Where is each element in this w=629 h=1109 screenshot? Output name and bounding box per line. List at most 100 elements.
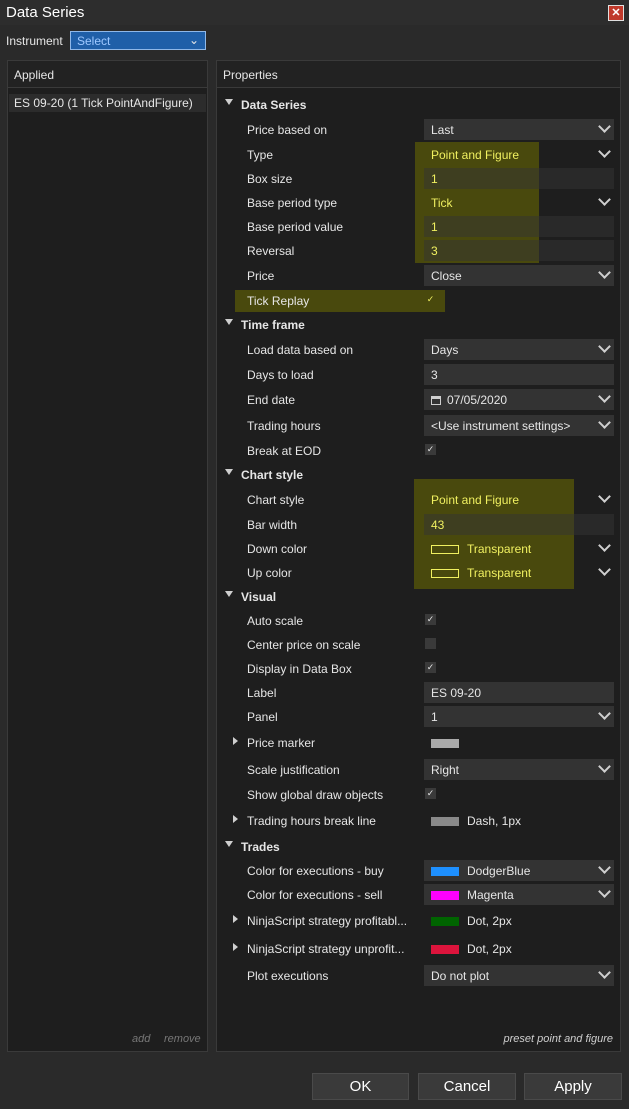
row-strat-profit: NinjaScript strategy profitabl... Dot, 2… bbox=[217, 909, 620, 933]
chevron-down-icon bbox=[598, 539, 611, 552]
center-price-checkbox[interactable] bbox=[425, 638, 436, 649]
section-visual[interactable]: Visual bbox=[217, 585, 620, 609]
collapse-triangle-icon[interactable] bbox=[225, 99, 233, 105]
display-data-box-label: Display in Data Box bbox=[247, 662, 352, 676]
row-exec-buy: Color for executions - buy DodgerBlue bbox=[217, 859, 620, 883]
days-to-load-input[interactable]: 3 bbox=[424, 364, 614, 385]
days-to-load-label: Days to load bbox=[247, 368, 314, 382]
collapse-triangle-icon[interactable] bbox=[225, 591, 233, 597]
strat-profit-label: NinjaScript strategy profitabl... bbox=[247, 914, 408, 928]
panel-value: 1 bbox=[431, 710, 438, 724]
price-marker-value[interactable] bbox=[424, 732, 614, 753]
row-show-global-draw: Show global draw objects ✓ bbox=[217, 783, 620, 807]
row-plot-exec: Plot executions Do not plot bbox=[217, 964, 620, 988]
add-link[interactable]: add bbox=[132, 1033, 150, 1045]
plot-exec-dropdown[interactable]: Do not plot bbox=[424, 965, 614, 986]
show-global-draw-checkbox[interactable]: ✓ bbox=[425, 788, 436, 799]
down-color-picker[interactable]: Transparent bbox=[424, 538, 614, 559]
break-at-eod-checkbox[interactable]: ✓ bbox=[425, 444, 436, 455]
section-title: Data Series bbox=[241, 98, 307, 112]
price-dropdown[interactable]: Close bbox=[424, 265, 614, 286]
apply-button[interactable]: Apply bbox=[524, 1073, 622, 1100]
title-bar: Data Series ✕ bbox=[0, 0, 629, 25]
properties-panel: Properties Data Series Price based on La… bbox=[216, 60, 621, 1052]
end-date-value: 07/05/2020 bbox=[447, 393, 508, 407]
reversal-value: 3 bbox=[431, 244, 438, 258]
chevron-down-icon bbox=[598, 966, 611, 979]
type-dropdown[interactable]: Point and Figure bbox=[424, 144, 614, 165]
chart-style-label: Chart style bbox=[247, 493, 305, 507]
panel-dropdown[interactable]: 1 bbox=[424, 706, 614, 727]
display-data-box-checkbox[interactable]: ✓ bbox=[425, 662, 436, 673]
row-chart-style: Chart style Point and Figure bbox=[217, 488, 620, 512]
up-color-value: Transparent bbox=[467, 566, 532, 580]
row-price-marker: Price marker bbox=[217, 731, 620, 755]
row-strat-unprofit: NinjaScript strategy unprofit... Dot, 2p… bbox=[217, 937, 620, 961]
exec-buy-label: Color for executions - buy bbox=[247, 864, 384, 878]
ok-button[interactable]: OK bbox=[312, 1073, 409, 1100]
strat-profit-text: Dot, 2px bbox=[467, 914, 512, 928]
collapse-triangle-icon[interactable] bbox=[225, 841, 233, 847]
exec-sell-picker[interactable]: Magenta bbox=[424, 884, 614, 905]
row-base-period-value: Base period value 1 bbox=[217, 215, 620, 239]
tick-replay-checkbox[interactable]: ✓ bbox=[425, 294, 436, 305]
down-color-value: Transparent bbox=[467, 542, 532, 556]
section-data-series[interactable]: Data Series bbox=[217, 93, 620, 117]
calendar-icon[interactable] bbox=[431, 396, 441, 405]
chevron-down-icon bbox=[598, 861, 611, 874]
box-size-value: 1 bbox=[431, 172, 438, 186]
end-date-label: End date bbox=[247, 393, 296, 407]
auto-scale-checkbox[interactable]: ✓ bbox=[425, 614, 436, 625]
color-swatch bbox=[431, 545, 459, 554]
chevron-down-icon bbox=[598, 416, 611, 429]
row-days-to-load: Days to load 3 bbox=[217, 363, 620, 387]
type-label: Type bbox=[247, 148, 274, 162]
section-trades[interactable]: Trades bbox=[217, 835, 620, 859]
remove-link[interactable]: remove bbox=[164, 1033, 201, 1045]
row-break-at-eod: Break at EOD ✓ bbox=[217, 439, 620, 463]
strat-unprofit-value[interactable]: Dot, 2px bbox=[424, 938, 614, 959]
close-button[interactable]: ✕ bbox=[608, 5, 624, 21]
strat-profit-value[interactable]: Dot, 2px bbox=[424, 910, 614, 931]
strat-unprofit-text: Dot, 2px bbox=[467, 942, 512, 956]
chevron-down-icon bbox=[598, 390, 611, 403]
scale-justification-dropdown[interactable]: Right bbox=[424, 759, 614, 780]
price-based-on-label: Price based on bbox=[247, 123, 328, 137]
days-to-load-value: 3 bbox=[431, 368, 438, 382]
label-input[interactable]: ES 09-20 bbox=[424, 682, 614, 703]
expand-triangle-icon[interactable] bbox=[233, 815, 238, 823]
instrument-label: Instrument bbox=[6, 34, 63, 48]
instrument-select[interactable]: Select ⌄ bbox=[70, 31, 206, 50]
chevron-down-icon bbox=[598, 266, 611, 279]
exec-buy-picker[interactable]: DodgerBlue bbox=[424, 860, 614, 881]
price-based-on-dropdown[interactable]: Last bbox=[424, 119, 614, 140]
expand-triangle-icon[interactable] bbox=[233, 943, 238, 951]
section-time-frame[interactable]: Time frame bbox=[217, 313, 620, 337]
base-period-value-value: 1 bbox=[431, 220, 438, 234]
collapse-triangle-icon[interactable] bbox=[225, 469, 233, 475]
up-color-picker[interactable]: Transparent bbox=[424, 562, 614, 583]
chevron-down-icon bbox=[598, 120, 611, 133]
color-swatch bbox=[431, 917, 459, 926]
reversal-input[interactable]: 3 bbox=[424, 240, 614, 261]
load-data-dropdown[interactable]: Days bbox=[424, 339, 614, 360]
base-period-type-dropdown[interactable]: Tick bbox=[424, 192, 614, 213]
end-date-picker[interactable]: 07/05/2020 bbox=[424, 389, 614, 410]
chart-style-value: Point and Figure bbox=[431, 493, 520, 507]
close-icon[interactable]: ✕ bbox=[611, 7, 620, 19]
trading-hours-break-text: Dash, 1px bbox=[467, 814, 522, 828]
chevron-down-icon bbox=[598, 563, 611, 576]
preset-label[interactable]: preset point and figure bbox=[504, 1033, 613, 1045]
base-period-value-input[interactable]: 1 bbox=[424, 216, 614, 237]
collapse-triangle-icon[interactable] bbox=[225, 319, 233, 325]
expand-triangle-icon[interactable] bbox=[233, 737, 238, 745]
chart-style-dropdown[interactable]: Point and Figure bbox=[424, 489, 614, 510]
trading-hours-dropdown[interactable]: <Use instrument settings> bbox=[424, 415, 614, 436]
box-size-input[interactable]: 1 bbox=[424, 168, 614, 189]
expand-triangle-icon[interactable] bbox=[233, 915, 238, 923]
applied-series-item[interactable]: ES 09-20 (1 Tick PointAndFigure) bbox=[9, 94, 206, 112]
bar-width-input[interactable]: 43 bbox=[424, 514, 614, 535]
trading-hours-break-value[interactable]: Dash, 1px bbox=[424, 810, 614, 831]
section-chart-style[interactable]: Chart style bbox=[217, 463, 620, 487]
cancel-button[interactable]: Cancel bbox=[418, 1073, 516, 1100]
